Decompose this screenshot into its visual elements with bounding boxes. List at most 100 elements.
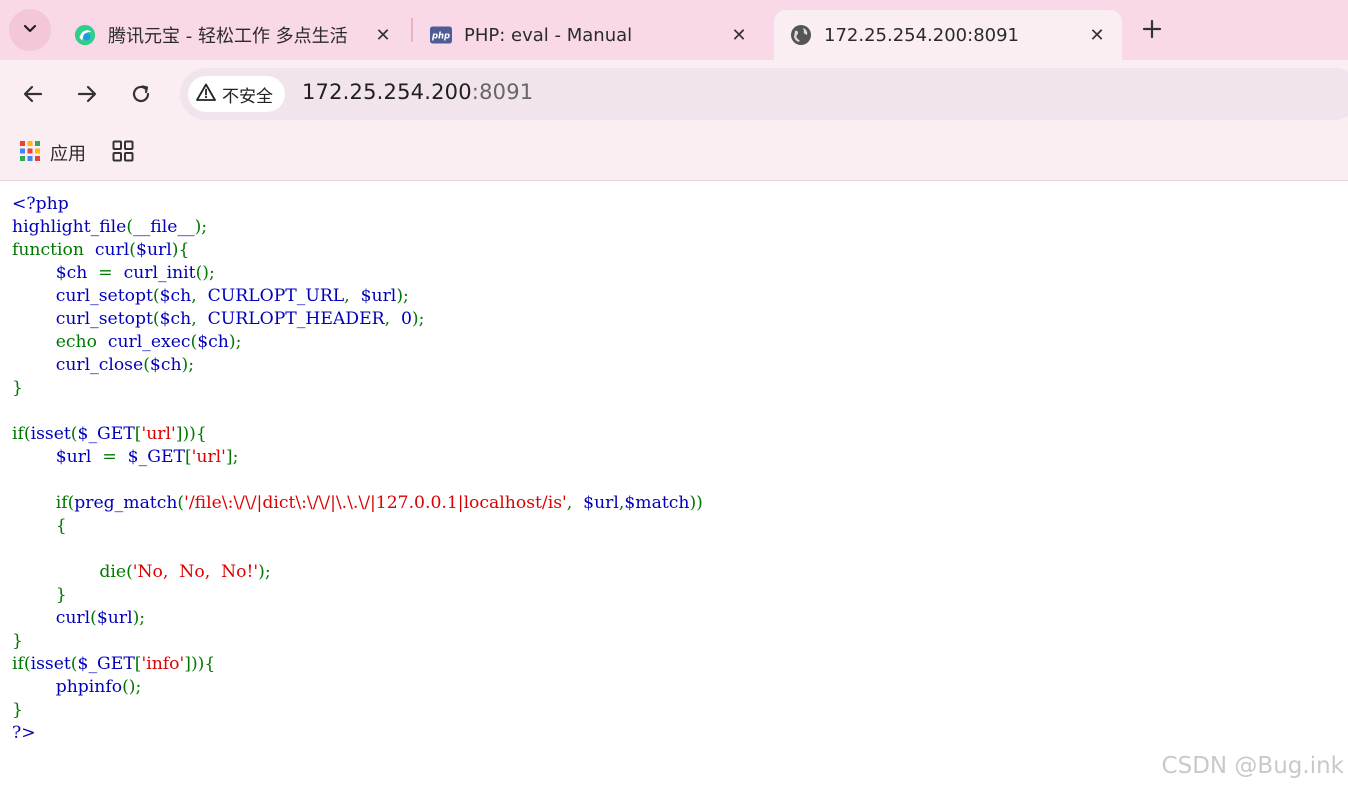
yuanbao-icon bbox=[74, 24, 96, 46]
code-token: ]; bbox=[225, 447, 239, 467]
code-token: curl_setopt bbox=[12, 309, 153, 329]
close-icon[interactable]: ✕ bbox=[726, 22, 752, 48]
security-chip[interactable]: 不安全 bbox=[188, 76, 285, 112]
code-token: = bbox=[92, 263, 119, 283]
code-token: echo bbox=[12, 332, 103, 352]
url-port: :8091 bbox=[471, 80, 534, 104]
code-token: $_GET bbox=[77, 424, 135, 444]
code-token: curl_close bbox=[12, 355, 144, 375]
watermark: CSDN @Bug.ink bbox=[1161, 753, 1344, 779]
code-line: highlight_file(__file__); bbox=[12, 217, 207, 237]
tab-php-manual[interactable]: php PHP: eval - Manual ✕ bbox=[414, 10, 764, 60]
bookmark-apps[interactable]: 应用 bbox=[20, 140, 86, 166]
code-token: 0 bbox=[395, 309, 412, 329]
code-token: $_GET bbox=[122, 447, 185, 467]
code-token: { bbox=[12, 516, 67, 536]
tab-title: 172.25.254.200:8091 bbox=[824, 24, 1020, 46]
tab-strip: 腾讯元宝 - 轻松工作 多点生活 ✕ php PHP: eval - Manua… bbox=[0, 0, 1348, 60]
forward-button[interactable] bbox=[71, 80, 103, 112]
code-line: echo curl_exec($ch); bbox=[12, 332, 242, 352]
code-token: ); bbox=[228, 332, 242, 352]
code-token: ); bbox=[258, 562, 271, 582]
code-token: [ bbox=[184, 447, 192, 467]
code-token: __file__ bbox=[133, 217, 195, 237]
new-tab-button[interactable] bbox=[1136, 14, 1168, 46]
reload-button[interactable] bbox=[125, 80, 157, 112]
bookmark-apps-label: 应用 bbox=[50, 144, 86, 165]
code-token: curl_setopt bbox=[12, 286, 153, 306]
code-token: ); bbox=[411, 309, 425, 329]
code-token: ); bbox=[396, 286, 409, 306]
code-token: ( bbox=[70, 424, 78, 444]
tab-title: PHP: eval - Manual bbox=[464, 24, 633, 46]
code-token: ); bbox=[181, 355, 195, 375]
tab-yuanbao[interactable]: 腾讯元宝 - 轻松工作 多点生活 ✕ bbox=[58, 10, 408, 60]
apps-grid-icon bbox=[20, 140, 40, 166]
back-button[interactable] bbox=[17, 80, 49, 112]
code-token: $url bbox=[96, 608, 133, 628]
close-icon[interactable]: ✕ bbox=[370, 22, 396, 48]
browser-toolbar: 不安全 172.25.254.200:8091 应用 bbox=[0, 60, 1348, 181]
code-token: $ch bbox=[159, 286, 192, 306]
code-line: $ch = curl_init(); bbox=[12, 263, 215, 283]
code-line: die('No, No, No!'); bbox=[12, 562, 271, 582]
code-token: $ch bbox=[12, 263, 93, 283]
tab-active-page[interactable]: 172.25.254.200:8091 ✕ bbox=[774, 10, 1122, 60]
php-icon-text: php bbox=[431, 30, 450, 40]
code-token: CURLOPT_HEADER bbox=[202, 309, 385, 329]
code-token: } bbox=[12, 631, 23, 651]
close-icon[interactable]: ✕ bbox=[1084, 22, 1110, 48]
code-token: ( bbox=[152, 286, 160, 306]
code-token: 'info' bbox=[141, 654, 185, 674]
code-token: ( bbox=[90, 608, 97, 628]
address-bar[interactable]: 不安全 172.25.254.200:8091 bbox=[180, 68, 1348, 120]
code-token: = bbox=[96, 447, 123, 467]
code-token: No!' bbox=[215, 562, 259, 582]
tab-search-button[interactable] bbox=[9, 9, 51, 51]
code-token: $ch bbox=[159, 309, 192, 329]
plus-icon bbox=[1142, 16, 1162, 44]
code-line: } bbox=[12, 585, 67, 605]
code-token: 'url' bbox=[141, 424, 176, 444]
code-token: ?> bbox=[12, 723, 36, 743]
code-token: ])){ bbox=[175, 424, 207, 444]
code-token: No, bbox=[173, 562, 216, 582]
globe-icon bbox=[790, 24, 812, 46]
code-line: curl_close($ch); bbox=[12, 355, 194, 375]
code-token: function bbox=[12, 240, 90, 260]
tab-groups-icon bbox=[112, 140, 134, 166]
reload-icon bbox=[130, 83, 152, 109]
code-line: } bbox=[12, 700, 23, 720]
code-token: $ch bbox=[197, 332, 229, 352]
code-token: curl bbox=[12, 608, 91, 628]
security-label: 不安全 bbox=[222, 86, 273, 107]
tab-groups-button[interactable] bbox=[112, 140, 134, 166]
url-host: 172.25.254.200 bbox=[302, 80, 472, 104]
code-token: curl_exec bbox=[102, 332, 191, 352]
code-token: } bbox=[12, 378, 23, 398]
code-token: CURLOPT_URL bbox=[202, 286, 345, 306]
code-token: } bbox=[12, 585, 67, 605]
url-text[interactable]: 172.25.254.200:8091 bbox=[302, 80, 533, 104]
code-line: <?php bbox=[12, 194, 69, 214]
code-token: (); bbox=[122, 677, 142, 697]
code-token: 'No, bbox=[132, 562, 174, 582]
code-token: $match bbox=[624, 493, 690, 513]
code-token: 'url' bbox=[191, 447, 226, 467]
code-token: ( bbox=[152, 309, 160, 329]
code-token: $url bbox=[577, 493, 619, 513]
code-token: , bbox=[344, 286, 356, 306]
code-token: )) bbox=[689, 493, 703, 513]
code-token: $ch bbox=[149, 355, 182, 375]
code-token: ); bbox=[194, 217, 208, 237]
code-token: $url bbox=[355, 286, 397, 306]
code-token: die( bbox=[12, 562, 133, 582]
code-token: $url bbox=[12, 447, 97, 467]
code-token: [ bbox=[134, 424, 142, 444]
code-token: isset bbox=[30, 424, 71, 444]
arrow-left-icon bbox=[22, 83, 44, 109]
code-line: if(preg_match('/file\:\/\/|dict\:\/\/|\.… bbox=[12, 493, 703, 513]
code-line: curl($url); bbox=[12, 608, 145, 628]
arrow-right-icon bbox=[76, 83, 98, 109]
code-line: if(isset($_GET['url'])){ bbox=[12, 424, 207, 444]
